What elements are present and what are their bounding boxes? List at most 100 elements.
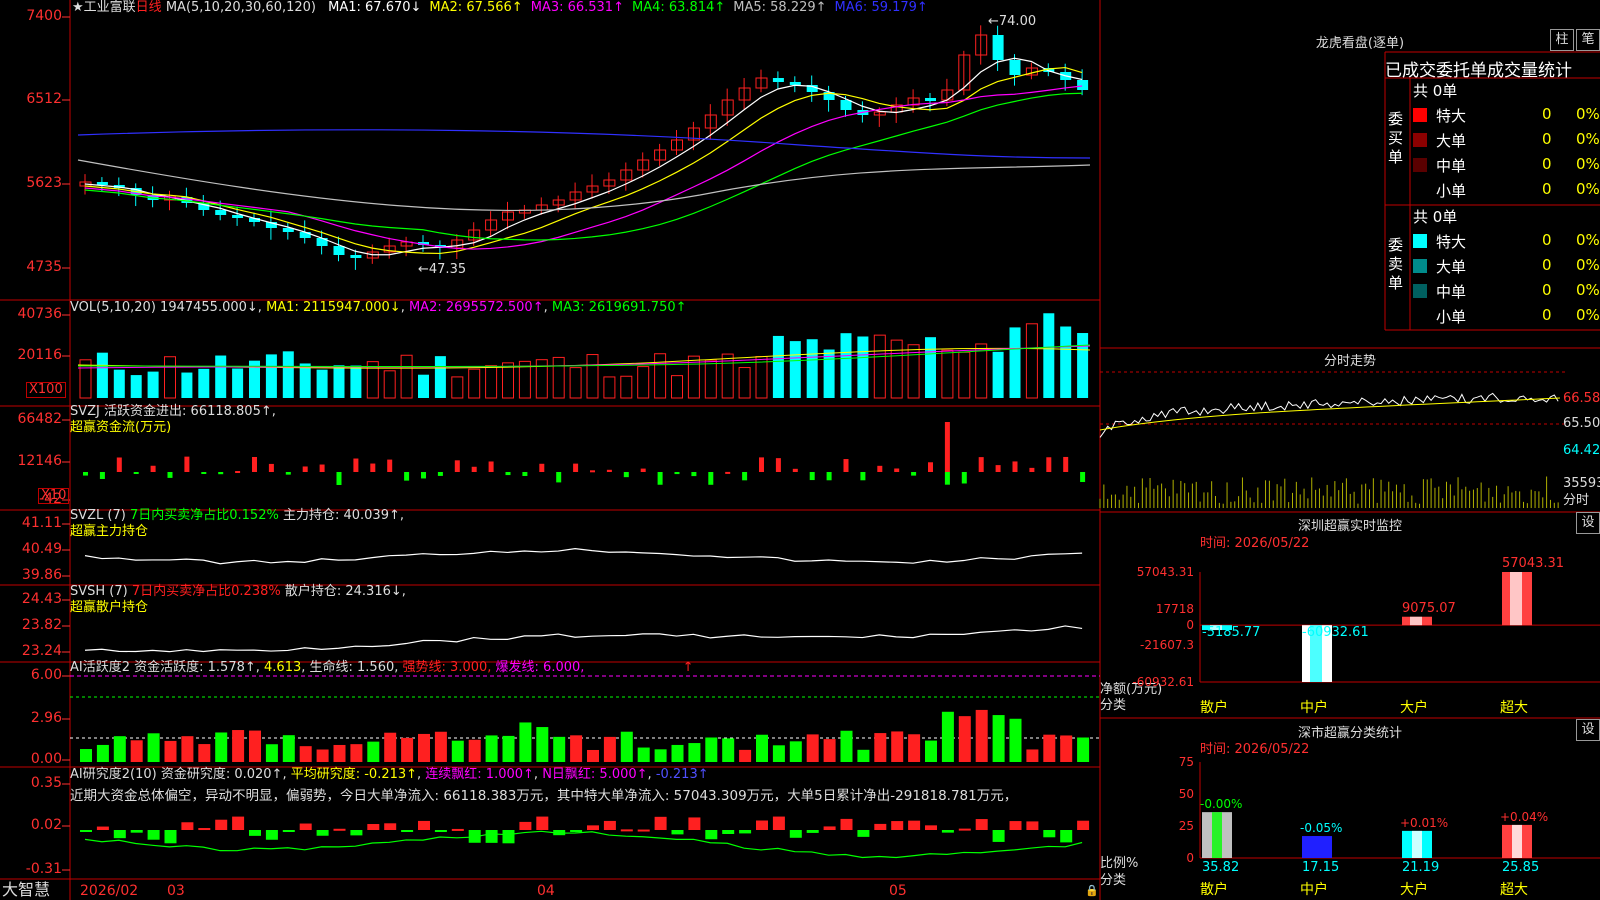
- research-bar: [722, 830, 735, 834]
- dragon-tabs[interactable]: 已成交委托单成交量统计: [1385, 56, 1572, 81]
- period-label[interactable]: 日线: [136, 0, 162, 15]
- vol-bar: [350, 365, 362, 398]
- intraday-tick-2: 64.42: [1563, 443, 1600, 458]
- sell-row-value: 0: [1542, 231, 1552, 249]
- activity-bar: [722, 738, 735, 762]
- star-icon[interactable]: ★: [72, 0, 84, 15]
- flow-bar: [809, 472, 815, 481]
- ma-value-3: MA3: 66.531↑: [530, 0, 624, 15]
- flow-bar: [640, 468, 646, 472]
- ai2-ytick-2: -0.31: [25, 861, 62, 877]
- research-bar: [1026, 821, 1039, 830]
- main-ytick-3: 4735: [26, 259, 62, 275]
- research-bar: [705, 830, 718, 840]
- vol-bar: [772, 335, 784, 398]
- sell-row-pct: 0%: [1576, 306, 1600, 324]
- research-bar: [282, 830, 295, 832]
- svzl-header: SVZL (7) 7日内买卖净占比0.152% 主力持仓: 40.039↑,: [70, 508, 404, 523]
- flow-bar: [235, 471, 241, 474]
- szmon-ytick-3: -21607.3: [1140, 638, 1194, 653]
- lock-icon[interactable]: 🔒: [1085, 883, 1099, 899]
- szcls-ytick-3: 0: [1186, 851, 1194, 865]
- szmon-xlabel: 分类: [1100, 698, 1127, 713]
- activity-bar: [688, 743, 701, 762]
- stock-name: 工业富联: [83, 0, 136, 15]
- candle-down: [789, 82, 801, 85]
- flow-bar: [370, 463, 376, 472]
- flow-bar: [606, 469, 612, 472]
- candle-down: [1009, 60, 1021, 75]
- activity-bar: [232, 730, 245, 762]
- research-bar: [350, 830, 363, 836]
- flow-bar: [843, 459, 849, 472]
- sell-swatch-1: [1413, 259, 1427, 273]
- ma6-line: [77, 129, 1091, 159]
- research-bar: [198, 828, 211, 831]
- szmon-ytick-1: 17718: [1155, 601, 1194, 616]
- intraday-tick-3: 35593: [1563, 476, 1600, 491]
- szmon-settings-button[interactable]: 设: [1576, 512, 1600, 534]
- vol-bar: [789, 341, 801, 398]
- main-header: ★工业富联日线 MA(5,10,20,30,60,120) MA1: 67.67…: [72, 0, 928, 16]
- activity-bar: [975, 709, 988, 762]
- flow-bar-peak: [944, 422, 950, 472]
- research-bar: [925, 825, 937, 830]
- research-bar: [96, 826, 109, 830]
- research-bar: [434, 830, 447, 832]
- sell-row-pct: 0%: [1576, 231, 1600, 249]
- candle-down: [232, 215, 244, 218]
- szcls-settings-button[interactable]: 设: [1576, 719, 1600, 741]
- vol-bar: [130, 375, 142, 398]
- intraday-tick-1: 65.50: [1563, 416, 1600, 431]
- activity-bar: [671, 744, 684, 762]
- flow-bar: [252, 456, 257, 472]
- candle-down: [925, 98, 936, 101]
- svzj-ytick-2: -42: [39, 491, 62, 507]
- ma1-line: [84, 57, 1083, 256]
- vol-bar: [671, 375, 683, 399]
- sell-swatch-2: [1413, 284, 1427, 298]
- research-bar: [654, 816, 667, 830]
- activity-bar: [367, 741, 380, 762]
- bar-mode-button[interactable]: 柱: [1550, 29, 1574, 51]
- ai1-ytick-0: 6.00: [30, 667, 62, 683]
- flow-bar: [1029, 467, 1035, 472]
- svzl-ytick-0: 41.11: [21, 515, 62, 531]
- flow-bar: [268, 463, 274, 472]
- activity-bar: [654, 749, 667, 762]
- candle-down: [333, 246, 345, 255]
- vol-bar: [857, 336, 869, 398]
- szcls-bar-highlight: [1412, 830, 1422, 858]
- flow-bar: [1012, 461, 1018, 472]
- activity-bar: [536, 727, 549, 762]
- activity-bar: [265, 744, 278, 762]
- vol-bar: [704, 359, 717, 399]
- flow-bar: [471, 466, 477, 472]
- intraday-unit: 分时: [1563, 493, 1590, 508]
- xaxis-label-1: 03: [167, 883, 185, 899]
- flow-bar: [522, 472, 528, 476]
- szmon-category: 中户: [1300, 700, 1328, 716]
- ai1-ytick-2: 0.00: [30, 751, 62, 767]
- flow-bar: [319, 464, 325, 472]
- activity-bar: [384, 732, 397, 762]
- ma3-line: [84, 85, 1083, 250]
- flow-bar: [184, 456, 190, 472]
- activity-bar: [840, 730, 853, 762]
- research-bar: [384, 823, 397, 830]
- sell-row-pct: 0%: [1576, 281, 1600, 299]
- research-bar: [181, 822, 194, 830]
- tick-mode-button[interactable]: 笔: [1576, 29, 1600, 51]
- buy-side-label: 委买单: [1388, 110, 1404, 166]
- research-bar: [823, 826, 836, 830]
- vol-bar: [181, 372, 193, 398]
- sell-row-pct: 0%: [1576, 256, 1600, 274]
- ma-values: MA1: 67.670↓ MA2: 67.566↑ MA3: 66.531↑ MA4:…: [320, 0, 928, 15]
- activity-bar: [1009, 718, 1022, 762]
- activity-bar: [1043, 734, 1056, 762]
- flow-bar: [302, 466, 308, 472]
- flow-bar: [623, 472, 629, 478]
- activity-bar: [992, 715, 1005, 762]
- szcls-time: 时间: 2026/05/22: [1200, 742, 1310, 757]
- research-bar: [147, 830, 160, 840]
